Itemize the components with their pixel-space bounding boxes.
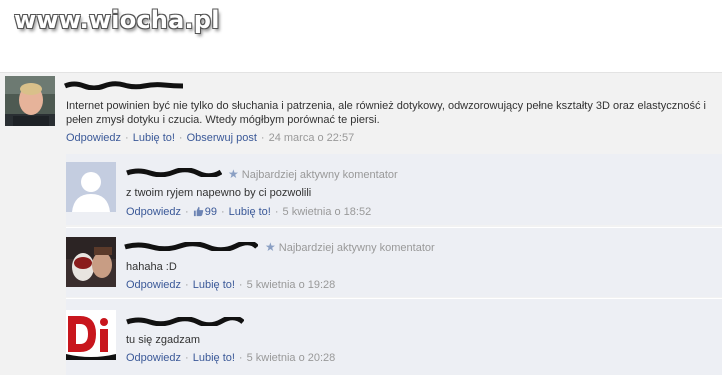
reply-2-photo bbox=[66, 237, 116, 287]
like-link[interactable]: Lubię to! bbox=[229, 206, 271, 218]
reply-3-actions: Odpowiedz · Lubię to! · 5 kwietnia o 20:28 bbox=[126, 352, 335, 364]
reply-timestamp[interactable]: 5 kwietnia o 19:28 bbox=[247, 279, 336, 291]
default-profile-icon bbox=[66, 162, 116, 212]
reply-2-text: hahaha :D bbox=[126, 261, 177, 273]
like-link[interactable]: Lubię to! bbox=[193, 279, 235, 291]
badge-label: Najbardziej aktywny komentator bbox=[278, 242, 435, 254]
separator: · bbox=[238, 352, 243, 364]
reply-1-actions: Odpowiedz · 99 · Lubię to! · 5 kwietnia o 18:5… bbox=[126, 206, 371, 218]
divider bbox=[0, 72, 722, 73]
watermark-band: www.wiocha.pl bbox=[0, 0, 722, 72]
separator: · bbox=[260, 132, 265, 144]
post-timestamp[interactable]: 24 marca o 22:57 bbox=[269, 132, 355, 144]
thumbs-up-icon[interactable] bbox=[193, 206, 204, 217]
reply-2-avatar[interactable] bbox=[66, 237, 116, 287]
post-actions: Odpowiedz · Lubię to! · Obserwuj post · 24 mar… bbox=[66, 132, 354, 144]
separator: · bbox=[220, 206, 225, 218]
author-name-redacted bbox=[64, 81, 184, 90]
reply-3-logo-image bbox=[66, 310, 116, 360]
reply-2-badge: ★ Najbardziej aktywny komentator bbox=[265, 240, 435, 254]
separator: · bbox=[178, 132, 183, 144]
reply-link[interactable]: Odpowiedz bbox=[66, 132, 121, 144]
reply-link[interactable]: Odpowiedz bbox=[126, 352, 181, 364]
separator: · bbox=[238, 279, 243, 291]
follow-post-link[interactable]: Obserwuj post bbox=[187, 132, 257, 144]
reply-1-avatar[interactable] bbox=[66, 162, 116, 212]
separator: · bbox=[185, 352, 189, 364]
reply-1-text: z twoim ryjem napewno by ci pozwolili bbox=[126, 187, 312, 199]
separator: · bbox=[274, 206, 279, 218]
author-avatar[interactable] bbox=[5, 76, 55, 126]
post-area: Internet powinien być nie tylko do słuch… bbox=[0, 72, 722, 375]
reply-3-text: tu się zgadzam bbox=[126, 334, 200, 346]
site-watermark: www.wiocha.pl bbox=[14, 6, 220, 34]
reply-link[interactable]: Odpowiedz bbox=[126, 206, 181, 218]
like-link[interactable]: Lubię to! bbox=[193, 352, 235, 364]
star-icon: ★ bbox=[265, 240, 276, 254]
separator: · bbox=[125, 132, 129, 144]
likes-count[interactable]: 99 bbox=[205, 206, 217, 218]
reply-2-actions: Odpowiedz · Lubię to! · 5 kwietnia o 19:28 bbox=[126, 279, 335, 291]
reply-1-author-redacted bbox=[126, 168, 222, 177]
reply-timestamp[interactable]: 5 kwietnia o 18:52 bbox=[283, 206, 372, 218]
reply-2-author-redacted bbox=[124, 242, 258, 251]
reply-timestamp[interactable]: 5 kwietnia o 20:28 bbox=[247, 352, 336, 364]
reply-link[interactable]: Odpowiedz bbox=[126, 279, 181, 291]
reply-3-avatar[interactable] bbox=[66, 310, 116, 360]
separator: · bbox=[185, 206, 189, 218]
like-link[interactable]: Lubię to! bbox=[133, 132, 175, 144]
post-text: Internet powinien być nie tylko do słuch… bbox=[66, 100, 706, 126]
badge-label: Najbardziej aktywny komentator bbox=[241, 169, 398, 181]
reply-3-author-redacted bbox=[126, 317, 244, 326]
reply-1-badge: ★ Najbardziej aktywny komentator bbox=[228, 167, 398, 181]
author-photo bbox=[5, 76, 55, 126]
star-icon: ★ bbox=[228, 167, 239, 181]
separator: · bbox=[185, 279, 189, 291]
